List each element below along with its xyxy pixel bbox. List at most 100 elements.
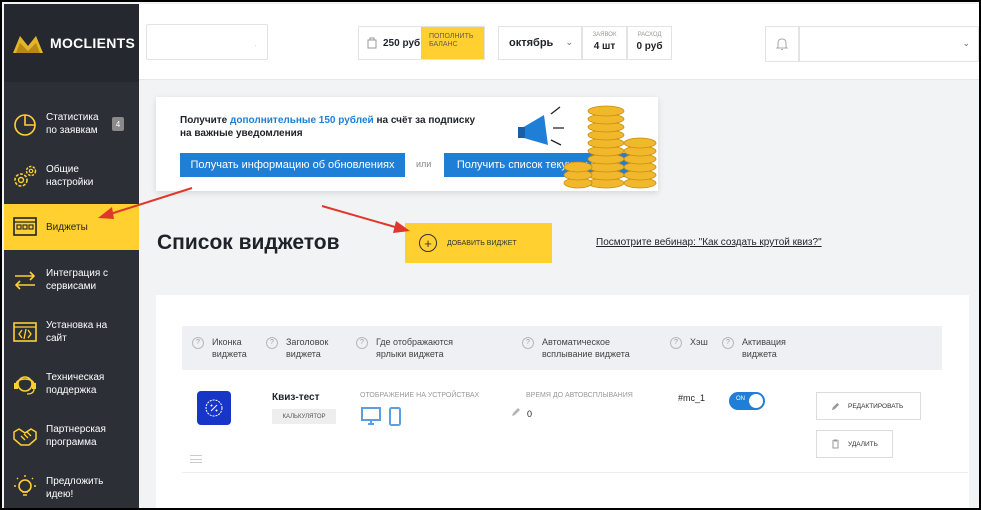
column-header-icon: ? Иконка виджета bbox=[192, 336, 258, 360]
column-header-auto: ? Автоматическое всплывание виджета bbox=[522, 336, 652, 360]
headset-icon bbox=[14, 376, 36, 395]
edit-widget-button[interactable]: РЕДАКТИРОВАТЬ bbox=[816, 392, 921, 420]
page-title: Список виджетов bbox=[157, 231, 340, 254]
sidebar-item-label: Общие настройки bbox=[46, 164, 94, 188]
help-icon[interactable]: ? bbox=[670, 337, 682, 349]
logo-mark-icon bbox=[13, 36, 43, 53]
widgets-table: ? Иконка виджета ? Заголовок виджета ? Где … bbox=[156, 295, 969, 508]
chevron-down-icon: ⌄ bbox=[565, 37, 573, 47]
promo-highlight: дополнительные 150 рублей bbox=[230, 115, 374, 126]
sidebar-item-label: Статистика по заявкам bbox=[46, 112, 99, 136]
lightbulb-icon bbox=[14, 475, 36, 496]
drag-handle-icon[interactable] bbox=[190, 455, 202, 463]
balance-amount: 250 руб bbox=[359, 27, 421, 59]
gears-icon bbox=[14, 165, 37, 187]
balance-value: 250 руб bbox=[383, 37, 421, 49]
promo-text: на важные уведомления bbox=[180, 128, 303, 139]
notifications-button[interactable] bbox=[765, 26, 799, 62]
sidebar-item-partners[interactable]: Партнерская программа bbox=[4, 412, 139, 460]
webinar-link[interactable]: Посмотрите вебинар: "Как создать крутой … bbox=[596, 237, 822, 248]
devices-label: ОТОБРАЖЕНИЕ НА УСТРОЙСТВАХ bbox=[360, 392, 480, 399]
sidebar-item-idea[interactable]: Предложить идею! bbox=[4, 464, 139, 508]
annotation-arrow bbox=[321, 205, 403, 230]
code-window-icon bbox=[13, 322, 37, 342]
count-badge: 4 bbox=[112, 117, 124, 131]
handshake-icon bbox=[13, 428, 37, 446]
sidebar-item-support[interactable]: Техническая поддержка bbox=[4, 360, 139, 408]
help-icon[interactable]: ? bbox=[722, 337, 734, 349]
balance-widget: 250 руб ПОПОЛНИТЬ БАЛАНС bbox=[358, 26, 485, 60]
requests-stat: ЗАЯВОК 4 шт bbox=[582, 26, 627, 60]
column-header-title: ? Заголовок виджета bbox=[266, 336, 342, 360]
brand-name: MOCLIENTS bbox=[50, 35, 136, 51]
sidebar-item-integration[interactable]: Интеграция с сервисами bbox=[4, 256, 139, 304]
sidebar-item-label: Предложить идею! bbox=[46, 476, 104, 500]
topup-balance-button[interactable]: ПОПОЛНИТЬ БАЛАНС bbox=[421, 27, 484, 59]
month-value: октябрь bbox=[509, 37, 554, 49]
swap-arrows-icon bbox=[14, 271, 36, 290]
widget-icon bbox=[13, 217, 37, 236]
column-header-hash: ? Хэш bbox=[670, 336, 708, 349]
toggle-state: ON bbox=[736, 396, 745, 402]
wallet-icon bbox=[367, 37, 377, 49]
promo-text: на счёт за подписку bbox=[373, 115, 476, 126]
promo-text: Получите bbox=[180, 115, 231, 126]
widget-name[interactable]: Квиз-тест bbox=[272, 392, 320, 403]
dot-icon: · bbox=[254, 41, 257, 50]
column-header-where: ? Где отображаются ярлыки виджета bbox=[356, 336, 476, 360]
sidebar-item-label: Интеграция с сервисами bbox=[46, 268, 109, 292]
month-select[interactable]: октябрь ⌄ bbox=[498, 26, 582, 60]
widget-hash: #mc_1 bbox=[678, 393, 706, 403]
brand-logo[interactable]: MOCLIENTS bbox=[4, 4, 139, 82]
pie-chart-icon bbox=[14, 114, 36, 136]
sidebar-item-statistics[interactable]: Статистика по заявкам 4 bbox=[4, 100, 139, 148]
edit-label: РЕДАКТИРОВАТЬ bbox=[848, 402, 904, 410]
sidebar: MOCLIENTS Статистика по заявкам 4 Общие … bbox=[4, 4, 139, 508]
sidebar-item-label: Виджеты bbox=[46, 221, 88, 233]
column-header-active: ? Активация виджета bbox=[722, 336, 802, 360]
percent-badge-icon bbox=[205, 399, 223, 417]
pencil-icon bbox=[831, 402, 840, 410]
top-header: · 250 руб ПОПОЛНИТЬ БАЛАНС октябрь ⌄ ЗАЯ… bbox=[139, 4, 979, 80]
profile-dropdown[interactable]: ⌄ bbox=[799, 26, 979, 62]
chevron-down-icon: ⌄ bbox=[962, 38, 970, 48]
help-icon[interactable]: ? bbox=[192, 337, 204, 349]
sidebar-item-widgets[interactable]: Виджеты bbox=[4, 204, 139, 250]
mobile-icon[interactable] bbox=[389, 407, 401, 426]
widget-type-tag: КАЛЬКУЛЯТОР bbox=[272, 409, 336, 424]
sidebar-item-label: Партнерская программа bbox=[46, 424, 106, 448]
trash-icon bbox=[832, 439, 839, 449]
or-label: или bbox=[416, 159, 432, 169]
help-icon[interactable]: ? bbox=[522, 337, 534, 349]
pencil-icon[interactable] bbox=[511, 407, 521, 417]
app-frame: MOCLIENTS Статистика по заявкам 4 Общие … bbox=[0, 0, 981, 510]
subscription-promo: Получите дополнительные 150 рублей на сч… bbox=[156, 97, 658, 191]
requests-value: 4 шт bbox=[593, 41, 616, 52]
delete-widget-button[interactable]: УДАЛИТЬ bbox=[816, 430, 893, 458]
requests-label: ЗАЯВОК bbox=[592, 32, 617, 38]
sidebar-item-settings[interactable]: Общие настройки bbox=[4, 152, 139, 200]
desktop-icon[interactable] bbox=[361, 407, 381, 425]
subscribe-updates-button[interactable]: Получать информацию об обновлениях bbox=[180, 153, 405, 177]
sidebar-item-install[interactable]: Установка на сайт bbox=[4, 308, 139, 356]
bell-icon bbox=[776, 38, 788, 50]
help-icon[interactable]: ? bbox=[356, 337, 368, 349]
help-icon[interactable]: ? bbox=[266, 337, 278, 349]
sidebar-item-label: Техническая поддержка bbox=[46, 372, 105, 396]
popup-time-label: ВРЕМЯ ДО АВТОВСПЛЫВАНИЯ bbox=[526, 392, 633, 399]
row-divider bbox=[182, 472, 968, 473]
activation-toggle[interactable]: ON bbox=[729, 392, 765, 410]
toggle-knob bbox=[749, 394, 763, 408]
popup-time-value: 0 bbox=[527, 409, 533, 419]
expense-label: РАСХОД bbox=[637, 32, 662, 38]
add-widget-label: ДОБАВИТЬ ВИДЖЕТ bbox=[447, 239, 517, 247]
search-field[interactable]: · bbox=[146, 24, 268, 60]
delete-label: УДАЛИТЬ bbox=[848, 440, 878, 448]
sidebar-item-label: Установка на сайт bbox=[46, 320, 108, 344]
table-header: ? Иконка виджета ? Заголовок виджета ? Где … bbox=[182, 326, 942, 370]
expense-stat: РАСХОД 0 руб bbox=[627, 26, 672, 60]
plus-icon: + bbox=[419, 234, 437, 252]
widget-thumbnail bbox=[197, 391, 231, 425]
expense-value: 0 руб bbox=[636, 41, 663, 52]
add-widget-button[interactable]: + ДОБАВИТЬ ВИДЖЕТ bbox=[405, 223, 552, 263]
